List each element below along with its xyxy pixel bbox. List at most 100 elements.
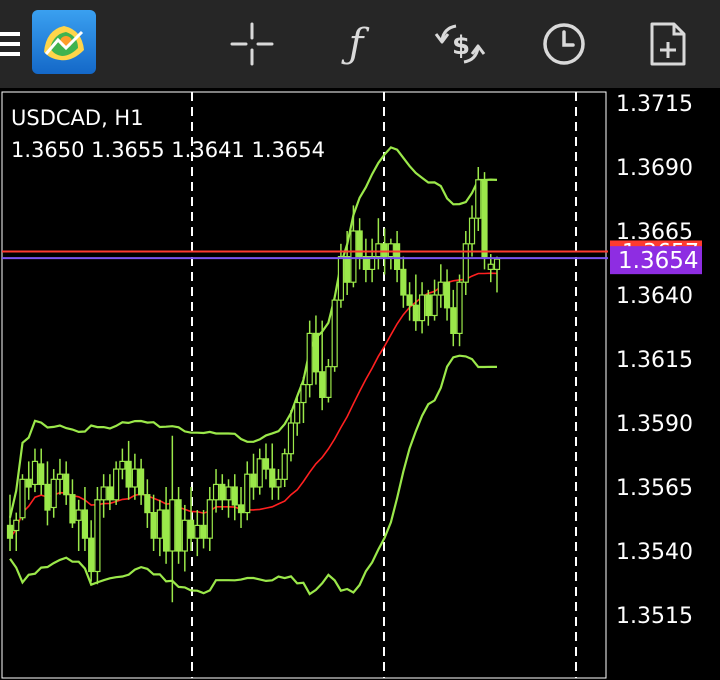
candle-body (187, 519, 195, 539)
candle-body (31, 460, 39, 486)
candle-body (443, 281, 451, 309)
candle-body (431, 294, 438, 317)
candle-body (312, 332, 320, 373)
candle-body (412, 304, 419, 322)
candle-body (56, 473, 64, 480)
candle-body (493, 258, 501, 271)
candle-body (181, 519, 188, 552)
candle-body (63, 473, 70, 496)
candle-body (88, 537, 95, 573)
candle-body (38, 463, 45, 486)
candle-body (200, 524, 207, 539)
ohlc-readout: 1.3650 1.3655 1.3641 1.3654 (11, 138, 325, 162)
candle-body (212, 483, 220, 501)
candle-body (425, 294, 432, 317)
candle-body (175, 499, 182, 552)
y-tick-label: 1.3590 (616, 412, 693, 437)
current-price-label: 1.3654 (618, 248, 698, 274)
candle-body (75, 509, 82, 521)
candle-body (381, 243, 388, 258)
candle-body (262, 458, 270, 470)
candle-body (162, 509, 170, 552)
candle-body (206, 499, 213, 539)
candle-body (144, 494, 151, 514)
y-tick-label: 1.3565 (616, 476, 693, 501)
app-logo-icon[interactable] (32, 10, 96, 74)
candle-body (344, 256, 351, 283)
y-tick-label: 1.3515 (616, 604, 693, 629)
candle-body (406, 294, 413, 306)
candle-body (337, 256, 345, 301)
top-toolbar: ƒ $ (0, 0, 720, 88)
candle-body (219, 483, 226, 501)
y-tick-label: 1.3690 (616, 156, 693, 181)
symbol-label: USDCAD, H1 (11, 106, 144, 130)
y-tick-label: 1.3540 (616, 540, 693, 565)
candle-body (487, 263, 494, 270)
candle-body (125, 460, 132, 488)
candle-body (350, 230, 357, 283)
candle-body (119, 460, 126, 470)
candle-body (138, 468, 145, 496)
candle-body (306, 332, 313, 386)
candle-body (394, 243, 401, 271)
candle-body (250, 473, 257, 488)
candle-body (19, 478, 26, 519)
candle-body (462, 243, 469, 283)
y-tick-label: 1.3615 (616, 348, 693, 373)
new-order-icon[interactable] (640, 0, 696, 88)
candle-body (400, 268, 407, 296)
candle-body (244, 473, 251, 514)
candle-body (325, 366, 332, 398)
indicators-icon[interactable]: ƒ (328, 0, 384, 88)
candle-body (94, 499, 101, 573)
y-tick-label: 1.3715 (616, 92, 693, 117)
candle-body (25, 478, 32, 488)
candle-body (131, 468, 138, 488)
candle-body (50, 478, 57, 509)
candle-body (294, 401, 301, 424)
candle-body (275, 478, 282, 488)
candle-body (387, 243, 394, 258)
candle-body (456, 281, 463, 334)
candle-body (287, 422, 295, 455)
candle-body (281, 453, 288, 480)
candle-body (156, 509, 163, 539)
history-icon[interactable] (536, 0, 592, 88)
menu-icon[interactable] (0, 0, 22, 88)
candle-body (106, 486, 113, 501)
price-axis: 1.37151.36901.36651.36401.36151.35901.35… (610, 92, 702, 629)
candle-body (69, 494, 76, 524)
candle-body (356, 230, 363, 258)
candle-body (6, 524, 14, 539)
candle-body (331, 299, 338, 368)
candle-body (100, 486, 107, 501)
candles (6, 167, 501, 603)
candle-body (237, 504, 245, 514)
candle-body (13, 519, 20, 532)
candle-body (113, 468, 120, 501)
candle-body (418, 294, 426, 322)
price-chart[interactable]: 1.37151.36901.36651.36401.36151.35901.35… (0, 90, 720, 680)
candle-body (481, 179, 488, 258)
candle-body (475, 179, 482, 219)
candle-body (450, 307, 457, 335)
candle-body (468, 217, 476, 245)
trade-icon[interactable]: $ (428, 0, 492, 88)
candle-body (319, 371, 326, 398)
candle-body (150, 512, 157, 539)
candle-body (256, 458, 263, 488)
candle-body (269, 468, 276, 488)
candle-body (231, 486, 238, 506)
candle-body (225, 486, 232, 501)
y-tick-label: 1.3640 (616, 284, 693, 309)
candle-body (44, 483, 51, 511)
candle-body (300, 384, 307, 404)
svg-text:$: $ (452, 31, 470, 61)
candle-body (169, 499, 176, 552)
candle-body (375, 243, 382, 258)
candle-body (437, 281, 444, 296)
candle-body (81, 509, 89, 539)
price-lines (2, 250, 608, 260)
crosshair-icon[interactable] (224, 0, 280, 88)
